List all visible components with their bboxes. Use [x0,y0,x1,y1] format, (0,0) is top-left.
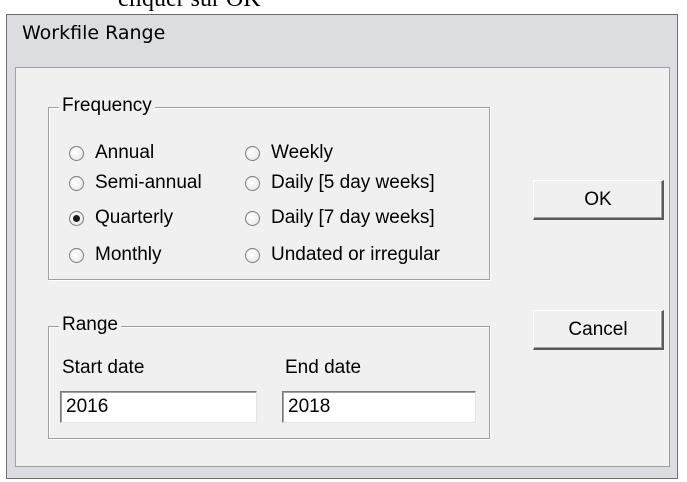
radio-circle-icon [245,247,260,263]
radio-weekly[interactable]: Weekly [245,142,333,164]
end-date-input[interactable] [282,391,476,423]
background-instruction-text: cliquer sur OK [118,0,261,13]
radio-daily-5[interactable]: Daily [5 day weeks] [245,172,435,194]
radio-circle-icon [245,175,260,191]
end-date-label: End date [285,357,362,378]
radio-circle-icon [69,175,84,191]
cancel-button[interactable]: Cancel [533,310,664,350]
radio-label: Undated or irregular [271,244,440,265]
radio-circle-icon [245,145,260,161]
dialog-title: Workfile Range [22,22,166,44]
radio-circle-icon [245,210,260,226]
start-date-label: Start date [62,357,145,378]
radio-annual[interactable]: Annual [69,142,154,164]
radio-monthly[interactable]: Monthly [69,244,162,266]
start-date-input[interactable] [60,391,257,423]
radio-checked-icon [69,210,84,226]
radio-label: Daily [7 day weeks] [271,207,435,228]
radio-circle-icon [69,247,84,263]
ok-button[interactable]: OK [533,180,664,220]
radio-semi-annual[interactable]: Semi-annual [69,172,202,194]
radio-label: Semi-annual [95,172,202,193]
range-legend: Range [59,314,121,336]
radio-label: Quarterly [95,207,174,228]
radio-circle-icon [69,145,84,161]
radio-label: Annual [95,142,155,163]
radio-quarterly[interactable]: Quarterly [69,207,173,229]
radio-label: Daily [5 day weeks] [271,172,435,193]
radio-daily-7[interactable]: Daily [7 day weeks] [245,207,435,229]
radio-undated[interactable]: Undated or irregular [245,244,440,266]
radio-label: Weekly [271,142,333,163]
radio-label: Monthly [95,244,162,265]
frequency-legend: Frequency [59,95,155,117]
